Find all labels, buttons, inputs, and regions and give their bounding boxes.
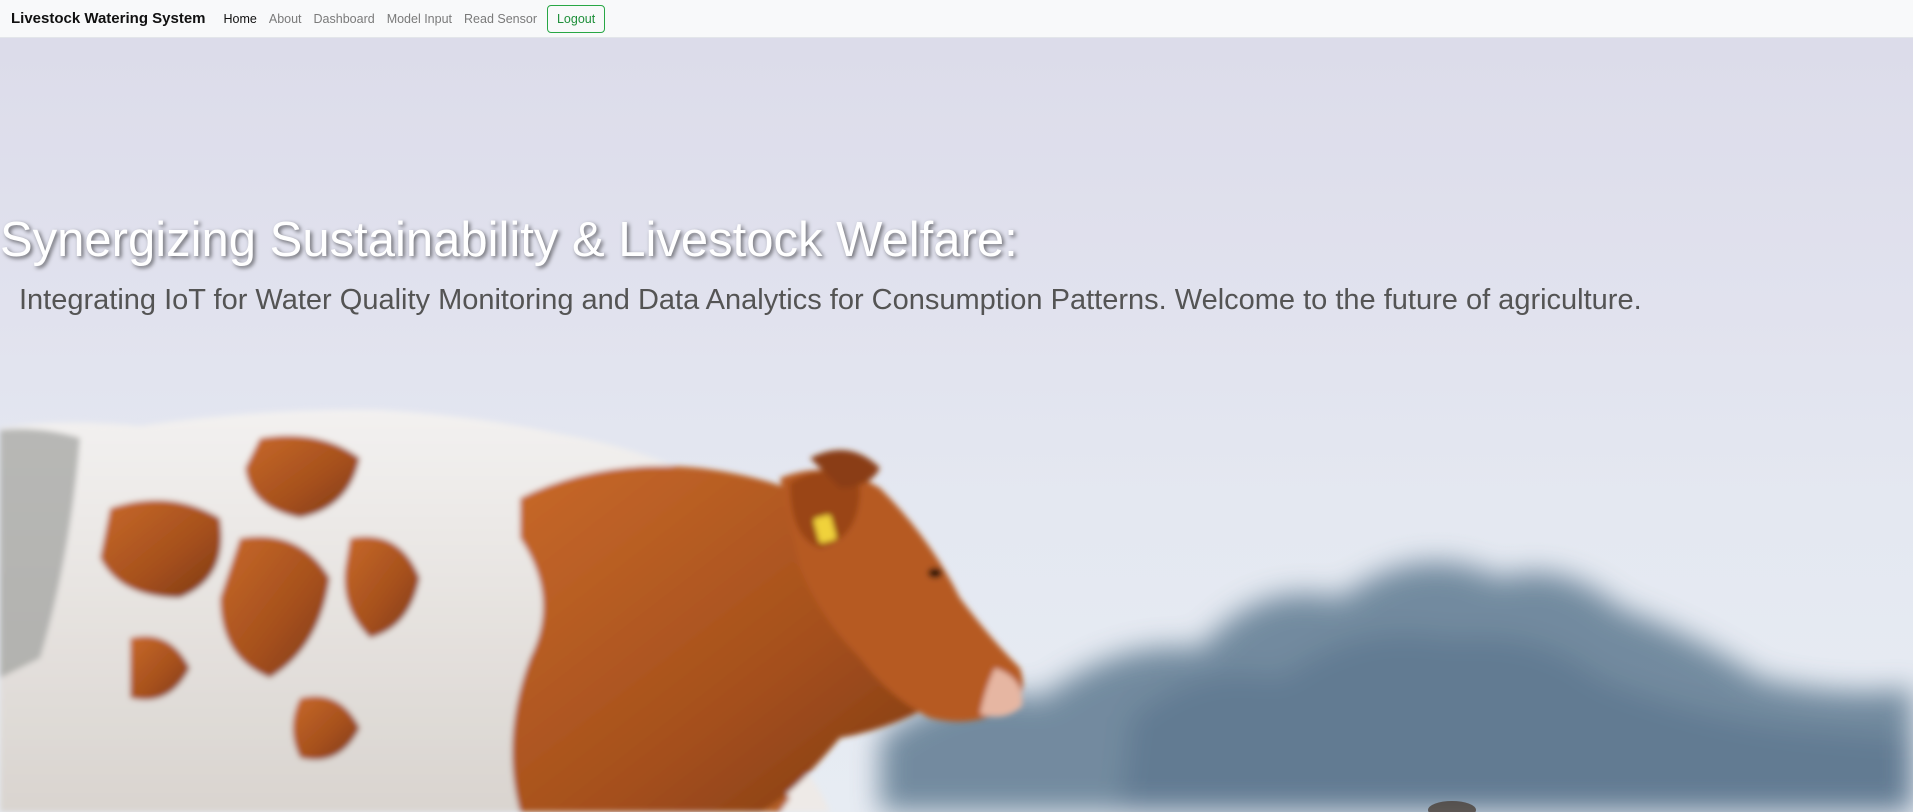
cow-in-pasture-photo — [0, 409, 1913, 812]
nav-link-read-sensor[interactable]: Read Sensor — [464, 12, 537, 26]
top-navbar: Livestock Watering System Home About Das… — [0, 0, 1913, 38]
hero-section: Synergizing Sustainability & Livestock W… — [0, 38, 1913, 812]
nav-link-model-input[interactable]: Model Input — [387, 12, 452, 26]
hero-title: Synergizing Sustainability & Livestock W… — [0, 213, 1018, 267]
nav-link-dashboard[interactable]: Dashboard — [314, 12, 375, 26]
nav-menu: Home About Dashboard Model Input Read Se… — [224, 4, 606, 33]
nav-link-about[interactable]: About — [269, 12, 302, 26]
hero-subtitle: Integrating IoT for Water Quality Monito… — [19, 284, 1642, 316]
logout-button[interactable]: Logout — [546, 4, 606, 33]
nav-link-home[interactable]: Home — [224, 12, 257, 26]
brand-link[interactable]: Livestock Watering System — [11, 10, 206, 27]
